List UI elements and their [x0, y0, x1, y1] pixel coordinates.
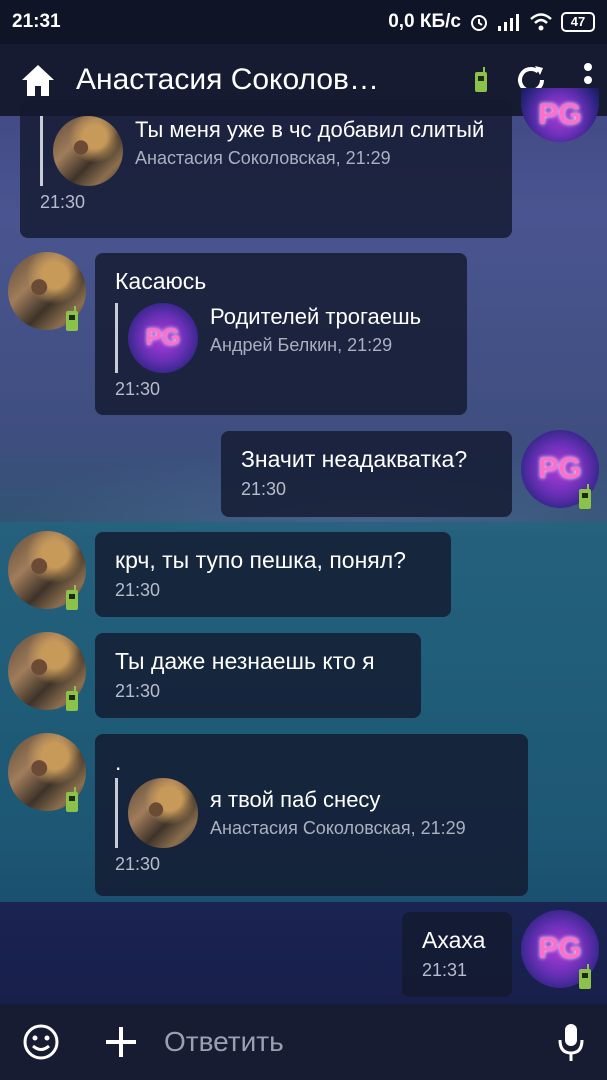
avatar-logo: PG: [538, 452, 582, 485]
quoted-avatar: [128, 778, 198, 848]
status-time: 21:31: [12, 11, 61, 32]
online-status-icon: [579, 484, 591, 509]
attach-plus-icon[interactable]: [104, 1025, 138, 1059]
message-bubble[interactable]: . я твой паб снесу Анастасия Соколовская…: [95, 734, 528, 896]
quoted-text: Родителей трогаешь: [210, 304, 422, 329]
online-status-icon: [66, 787, 78, 812]
message-text: Касаюсь: [115, 268, 207, 294]
message-bubble[interactable]: крч, ты тупо пешка, понял? 21:30: [95, 532, 451, 617]
message-bubble-outgoing[interactable]: Ахаха 21:31: [402, 912, 512, 997]
quoted-message[interactable]: PG Родителей трогаешь Андрей Белкин, 21:…: [115, 303, 447, 373]
message-bubble-outgoing[interactable]: Значит неадакватка? 21:30: [221, 431, 512, 517]
quoted-meta: Анастасия Соколовская, 21:29: [210, 818, 466, 838]
composer-bar: [0, 1004, 607, 1080]
message-text: .: [115, 749, 122, 775]
quoted-message[interactable]: Ты меня уже в чс добавил слитый Анастаси…: [40, 116, 492, 186]
wifi-icon: [530, 13, 552, 31]
emoji-icon[interactable]: [22, 1023, 60, 1061]
battery-indicator: 47: [561, 12, 595, 32]
message-time: 21:30: [115, 681, 161, 701]
home-icon[interactable]: [18, 60, 58, 100]
message-text: Ты даже незнаешь кто я: [115, 648, 375, 674]
quoted-text: Ты меня уже в чс добавил слитый: [135, 117, 485, 142]
quoted-message[interactable]: я твой паб снесу Анастасия Соколовская, …: [115, 778, 508, 848]
message-bubble[interactable]: Ты даже незнаешь кто я 21:30: [95, 633, 421, 718]
quoted-avatar: [53, 116, 123, 186]
network-speed: 0,0 КБ/с: [388, 11, 461, 32]
message-text: Значит неадакватка?: [241, 446, 468, 472]
avatar-logo: PG: [538, 932, 582, 965]
message-time: 21:30: [40, 192, 86, 212]
signal-icon: [498, 14, 519, 31]
message-time: 21:30: [115, 854, 161, 874]
avatar-logo: PG: [538, 98, 582, 131]
alarm-icon: [471, 15, 487, 31]
message-time: 21:30: [241, 479, 287, 499]
quoted-meta: Анастасия Соколовская, 21:29: [135, 148, 391, 168]
online-status-icon: [66, 686, 78, 711]
online-status-icon: [579, 964, 591, 989]
message-time: 21:30: [115, 580, 161, 600]
reply-input[interactable]: [164, 1026, 557, 1058]
chat-title[interactable]: Анастасия Соколов…: [76, 63, 467, 97]
walkie-talkie-icon: [475, 67, 487, 92]
avatar-logo: PG: [145, 324, 181, 351]
message-bubble[interactable]: Ты меня уже в чс добавил слитый Анастаси…: [20, 100, 512, 238]
message-bubble[interactable]: Касаюсь PG Родителей трогаешь Андрей Бел…: [95, 253, 467, 415]
status-icons: 0,0 КБ/с 47: [388, 11, 595, 33]
status-bar: 21:31 0,0 КБ/с 47: [0, 0, 607, 44]
online-status-icon: [66, 585, 78, 610]
message-time: 21:30: [115, 379, 161, 399]
message-text: Ахаха: [422, 927, 486, 953]
quoted-text: я твой паб снесу: [210, 787, 381, 812]
quoted-avatar: PG: [128, 303, 198, 373]
quoted-meta: Андрей Белкин, 21:29: [210, 335, 393, 355]
online-status-icon: [66, 306, 78, 331]
message-text: крч, ты тупо пешка, понял?: [115, 547, 406, 573]
message-time: 21:31: [422, 960, 468, 980]
microphone-icon[interactable]: [557, 1022, 585, 1062]
